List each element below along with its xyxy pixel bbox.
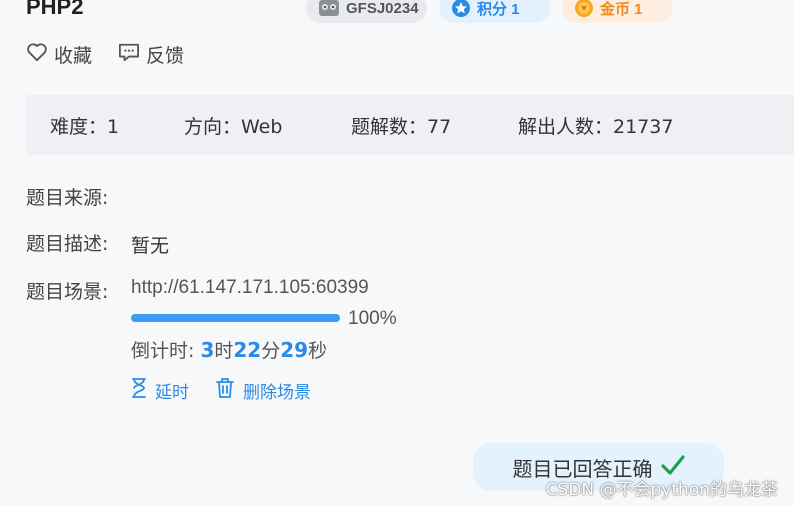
minutes-unit: 分 xyxy=(261,340,281,362)
scene-label: 题目场景: xyxy=(26,281,109,303)
scene-progress-fill xyxy=(131,314,340,322)
difficulty: 难度：1 xyxy=(50,115,120,138)
challenge-id: GFSJ0234 xyxy=(346,0,419,17)
coin-text: 金币 1 xyxy=(600,0,643,18)
comment-icon xyxy=(118,42,140,67)
solution-count: 题解数：77 xyxy=(351,115,452,138)
star-badge-icon xyxy=(451,0,471,18)
avatar-icon xyxy=(318,0,340,18)
score-badge: 积分 1 xyxy=(439,0,550,23)
score-text: 积分 1 xyxy=(477,0,520,18)
page-title: PHP2 xyxy=(26,0,84,19)
coin-icon xyxy=(574,0,594,18)
favorite-button[interactable]: 收藏 xyxy=(26,41,92,68)
seconds-unit: 秒 xyxy=(308,340,328,362)
watermark: CSDN @不会python的乌龙茶 xyxy=(545,480,778,500)
progress-text: 100% xyxy=(348,308,397,329)
badge-bar: GFSJ0234 积分 1 金币 1 xyxy=(306,0,673,23)
delete-label: 删除场景 xyxy=(243,383,311,403)
heart-icon xyxy=(26,42,48,67)
extend-label: 延时 xyxy=(155,383,189,403)
action-bar: 收藏 反馈 xyxy=(26,41,184,68)
extend-button[interactable]: 延时 xyxy=(131,377,189,404)
feedback-button[interactable]: 反馈 xyxy=(118,41,184,68)
favorite-label: 收藏 xyxy=(54,45,93,67)
solver-count: 解出人数：21737 xyxy=(518,115,674,138)
description-label: 题目描述: xyxy=(26,233,109,255)
scene-progress-bar xyxy=(131,314,340,322)
challenge-id-badge: GFSJ0234 xyxy=(306,0,427,23)
scene-url-link[interactable]: http://61.147.171.105:60399 xyxy=(131,277,369,299)
countdown-label: 倒计时: xyxy=(131,340,201,362)
countdown-minutes: 22 xyxy=(233,338,262,362)
scene-actions: 延时 删除场景 xyxy=(131,377,311,404)
hourglass-icon xyxy=(131,377,147,404)
countdown-seconds: 29 xyxy=(280,338,309,362)
info-bar: 难度：1 方向：Web 题解数：77 解出人数：21737 xyxy=(26,95,794,155)
hours-unit: 时 xyxy=(214,340,234,362)
feedback-label: 反馈 xyxy=(146,45,185,67)
coin-badge: 金币 1 xyxy=(562,0,673,23)
direction: 方向：Web xyxy=(184,115,283,138)
trash-icon xyxy=(215,377,235,404)
description-value: 暂无 xyxy=(131,235,170,257)
source-label: 题目来源: xyxy=(26,187,109,209)
delete-scene-button[interactable]: 删除场景 xyxy=(215,377,311,404)
countdown: 倒计时: 3时22分29秒 xyxy=(131,336,327,363)
countdown-hours: 3 xyxy=(200,338,215,362)
